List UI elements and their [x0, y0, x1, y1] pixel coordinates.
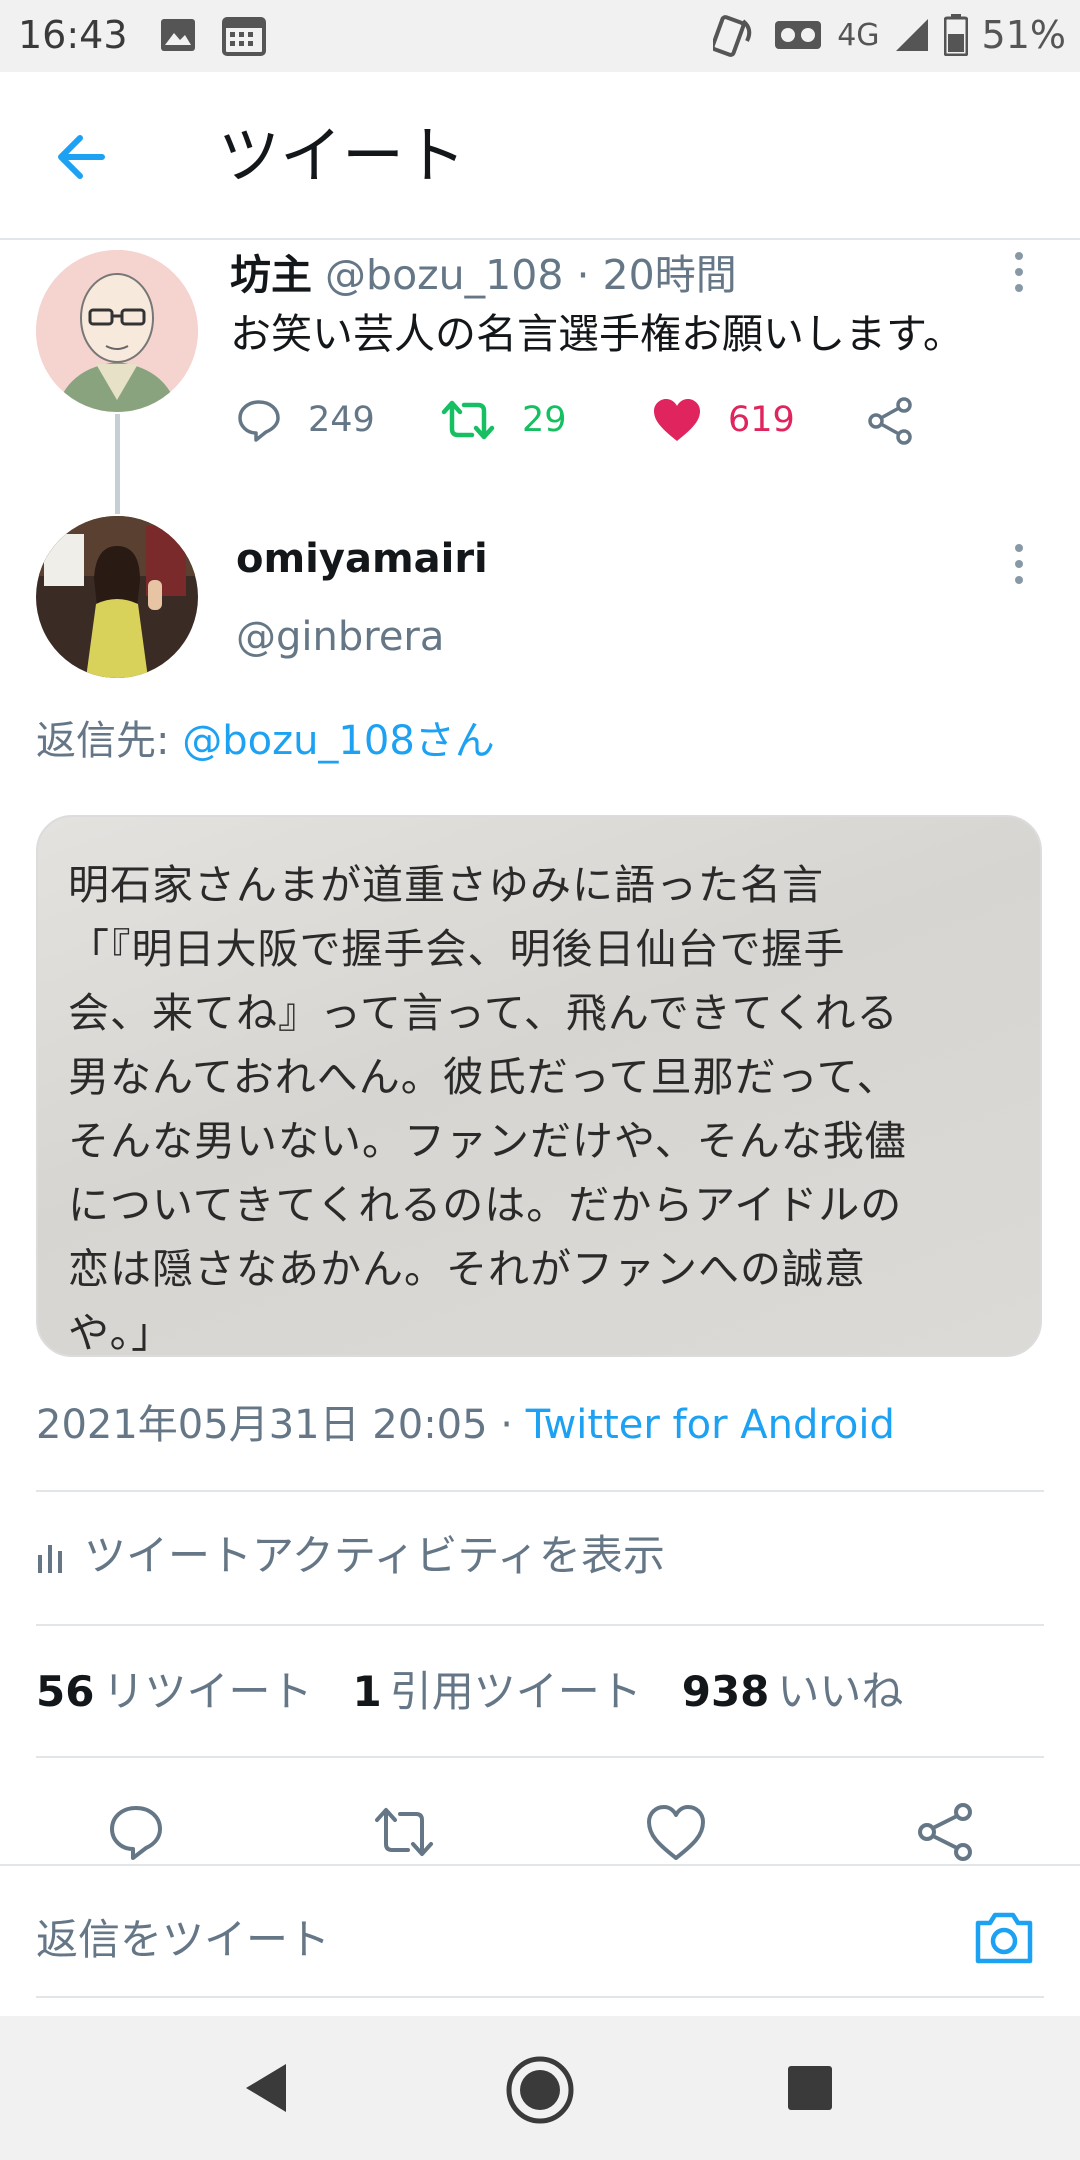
tweet-source-link[interactable]: Twitter for Android	[526, 1402, 895, 1448]
parent-tweet-avatar[interactable]	[36, 250, 198, 412]
retweets-stat[interactable]: 56 リツイート	[36, 1664, 312, 1720]
nav-home-icon[interactable]	[504, 2054, 576, 2126]
divider	[36, 1624, 1044, 1626]
signal-icon	[895, 19, 928, 51]
activity-label: ツイートアクティビティを表示	[84, 1531, 665, 1580]
parent-handle[interactable]: @bozu_108	[325, 251, 563, 299]
status-time: 16:43	[18, 13, 128, 57]
nav-back-icon[interactable]	[240, 2060, 290, 2116]
reply-to-handle-link[interactable]: @bozu_108さん	[182, 718, 495, 764]
parent-like-action[interactable]: 619	[652, 392, 795, 448]
tweet-image[interactable]: 明石家さんまが道重さゆみに語った名言 「『明日大阪で握手会、明後日仙台で握手 会…	[36, 815, 1042, 1357]
parent-display-name[interactable]: 坊主	[230, 251, 312, 299]
likes-label: いいね	[777, 1667, 904, 1716]
reply-to-label: 返信先:	[36, 718, 183, 764]
nfc-icon	[713, 15, 752, 57]
parent-reply-action[interactable]: 249	[236, 392, 375, 448]
bar-chart-icon	[38, 1545, 62, 1573]
retweets-label: リツイート	[102, 1667, 313, 1716]
likes-stat[interactable]: 938 いいね	[682, 1664, 904, 1720]
thread-connector	[115, 414, 120, 514]
parent-time-ago: 20時間	[602, 251, 737, 299]
reply-count: 249	[308, 400, 375, 440]
retweet-icon	[441, 400, 495, 440]
tweet-stats: 56 リツイート 1 引用ツイート 938 いいね	[36, 1664, 903, 1720]
reply-display-name[interactable]: omiyamairi	[236, 534, 488, 584]
top-app-bar: ツイート	[0, 72, 1080, 240]
network-type: 4G	[837, 17, 880, 53]
retweet-count: 29	[522, 400, 567, 440]
reply-input[interactable]: 返信をツイート	[36, 1912, 330, 1968]
battery-level: 51%	[981, 13, 1066, 57]
more-options-icon[interactable]	[1012, 542, 1026, 586]
nav-recents-icon[interactable]	[786, 2064, 834, 2112]
more-options-icon[interactable]	[1012, 250, 1026, 294]
reply-icon[interactable]	[104, 1800, 168, 1864]
system-nav-bar	[0, 2016, 1080, 2160]
retweet-icon[interactable]	[372, 1800, 436, 1864]
calendar-icon	[222, 17, 266, 56]
reply-icon	[238, 400, 280, 442]
reply-author-avatar[interactable]	[36, 516, 198, 678]
parent-tweet-header: 坊主 @bozu_108 · 20時間	[230, 250, 737, 300]
camera-icon[interactable]	[972, 1905, 1036, 1969]
reply-handle[interactable]: @ginbrera	[236, 612, 444, 662]
image-icon	[161, 19, 195, 51]
tweet-activity-link[interactable]: ツイートアクティビティを表示	[36, 1528, 665, 1584]
divider	[36, 1756, 1044, 1758]
composer-underline	[36, 1996, 1044, 1998]
like-count: 619	[728, 400, 795, 440]
heart-filled-icon	[654, 399, 700, 441]
timestamp-date: 2021年05月31日 20:05	[36, 1402, 488, 1448]
share-icon[interactable]	[914, 1800, 978, 1864]
voicemail-icon	[775, 21, 822, 49]
status-bar: 16:43 4G 51%	[0, 0, 1080, 72]
share-icon[interactable]	[866, 396, 916, 446]
quotes-count: 1	[352, 1667, 382, 1716]
back-arrow-icon[interactable]	[48, 122, 118, 192]
tweet-timestamp: 2021年05月31日 20:05 · Twitter for Android	[36, 1400, 895, 1450]
page-title: ツイート	[218, 119, 467, 192]
parent-retweet-action[interactable]: 29	[440, 392, 567, 448]
image-text: 明石家さんまが道重さゆみに語った名言 「『明日大阪で握手会、明後日仙台で握手 会…	[68, 861, 907, 1357]
likes-count: 938	[681, 1667, 770, 1716]
heart-icon[interactable]	[644, 1800, 708, 1864]
retweets-count: 56	[36, 1667, 95, 1716]
parent-tweet-text: お笑い芸人の名言選手権お願いします。	[230, 310, 964, 358]
meta-separator: ·	[563, 251, 603, 299]
divider	[36, 1490, 1044, 1492]
replying-to: 返信先: @bozu_108さん	[36, 715, 495, 767]
battery-icon	[943, 14, 968, 56]
timestamp-separator: ·	[487, 1402, 526, 1448]
quotes-label: 引用ツイート	[389, 1667, 642, 1716]
quotes-stat[interactable]: 1 引用ツイート	[352, 1664, 641, 1720]
